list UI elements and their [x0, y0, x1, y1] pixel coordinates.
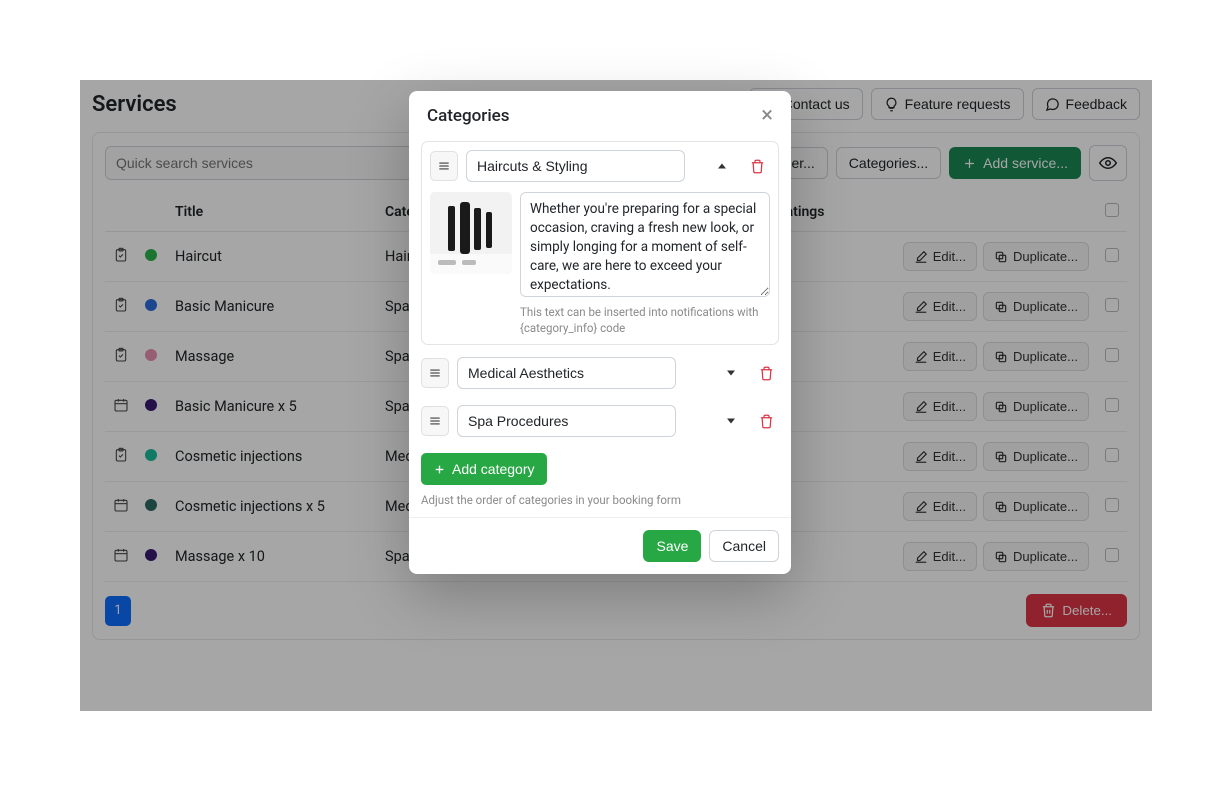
category-name-input[interactable]	[457, 357, 676, 389]
add-category-button[interactable]: Add category	[421, 453, 547, 485]
chevron-up-icon[interactable]	[718, 164, 726, 169]
drag-icon	[428, 366, 442, 380]
category-name-input[interactable]	[457, 405, 676, 437]
drag-icon	[437, 159, 451, 173]
drag-handle[interactable]	[421, 406, 449, 436]
trash-icon	[759, 366, 774, 381]
modal-header: Categories ×	[409, 91, 791, 137]
chevron-down-icon[interactable]	[727, 371, 735, 376]
modal-title: Categories	[427, 106, 510, 126]
categories-modal: Categories ×	[409, 91, 791, 574]
chevron-down-icon[interactable]	[727, 419, 735, 424]
trash-icon	[750, 159, 765, 174]
delete-category-button[interactable]	[744, 153, 770, 179]
drag-handle[interactable]	[430, 151, 458, 181]
drag-icon	[428, 414, 442, 428]
category-name-input[interactable]	[466, 150, 685, 182]
cancel-button[interactable]: Cancel	[709, 530, 779, 562]
category-description-input[interactable]	[520, 192, 770, 297]
modal-body: This text can be inserted into notificat…	[409, 137, 791, 517]
category-item-0: This text can be inserted into notificat…	[421, 141, 779, 345]
modal-footer: Save Cancel	[409, 517, 791, 574]
plus-icon	[433, 463, 446, 476]
delete-category-button[interactable]	[753, 360, 779, 386]
thumb-image	[430, 192, 512, 274]
delete-category-button[interactable]	[753, 408, 779, 434]
drag-handle[interactable]	[421, 358, 449, 388]
category-image[interactable]	[430, 192, 512, 274]
trash-icon	[759, 414, 774, 429]
save-button[interactable]: Save	[643, 530, 701, 562]
category-item-2	[421, 401, 779, 441]
category-item-1	[421, 353, 779, 393]
category-help-text: This text can be inserted into notificat…	[520, 305, 770, 336]
order-hint: Adjust the order of categories in your b…	[421, 493, 779, 507]
close-icon[interactable]: ×	[761, 105, 773, 127]
